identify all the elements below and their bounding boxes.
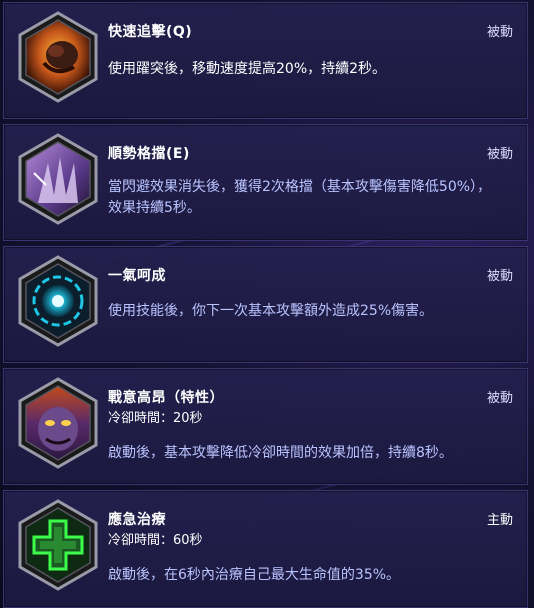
talent-type-label: 被動 <box>486 25 513 40</box>
energy-core-icon <box>18 255 98 347</box>
talent-title: 快速追擊(Q) <box>108 24 193 40</box>
talent-cooldown: 冷卻時間：20秒 <box>108 411 203 426</box>
talent-title: 順勢格擋(E) <box>108 146 190 162</box>
talent-title: 應急治療 <box>108 512 166 528</box>
talent-card-fighting-spirit[interactable]: 戰意高昂（特性） 冷卻時間：20秒 被動 啟動後，基本攻擊降低冷卻時間的效果加倍… <box>3 368 528 485</box>
talent-card-quick-pursuit[interactable]: 快速追擊(Q) 被動 使用躍突後，移動速度提高20%，持續2秒。 <box>3 2 528 119</box>
talent-description: 使用躍突後，移動速度提高20%，持續2秒。 <box>108 61 387 77</box>
talent-description: 使用技能後，你下一次基本攻擊額外造成25%傷害。 <box>108 303 434 319</box>
talent-type-label: 被動 <box>486 391 513 406</box>
talent-type-label: 被動 <box>486 269 513 284</box>
talent-description: 啟動後，在6秒內治療自己最大生命值的35%。 <box>108 567 401 583</box>
talent-type-label: 被動 <box>486 147 513 162</box>
demon-claw-icon <box>18 133 98 225</box>
heal-cross-icon <box>18 499 98 591</box>
talent-title: 一氣呵成 <box>108 268 166 284</box>
beast-charge-icon <box>18 11 98 103</box>
talent-description: 啟動後，基本攻擊降低冷卻時間的效果加倍，持續8秒。 <box>108 445 453 461</box>
talent-title: 戰意高昂（特性） <box>108 390 224 406</box>
talent-cooldown: 冷卻時間：60秒 <box>108 533 203 548</box>
talent-card-emergency-heal[interactable]: 應急治療 冷卻時間：60秒 主動 啟動後，在6秒內治療自己最大生命值的35%。 <box>3 490 528 608</box>
talent-card-one-breath[interactable]: 一氣呵成 被動 使用技能後，你下一次基本攻擊額外造成25%傷害。 <box>3 246 528 363</box>
talent-type-label: 主動 <box>486 513 513 528</box>
demon-face-icon <box>18 377 98 469</box>
talent-card-momentum-block[interactable]: 順勢格擋(E) 被動 當閃避效果消失後，獲得2次格擋（基本攻擊傷害降低50%），… <box>3 124 528 241</box>
talent-description: 當閃避效果消失後，獲得2次格擋（基本攻擊傷害降低50%），效果持續5秒。 <box>108 179 492 216</box>
